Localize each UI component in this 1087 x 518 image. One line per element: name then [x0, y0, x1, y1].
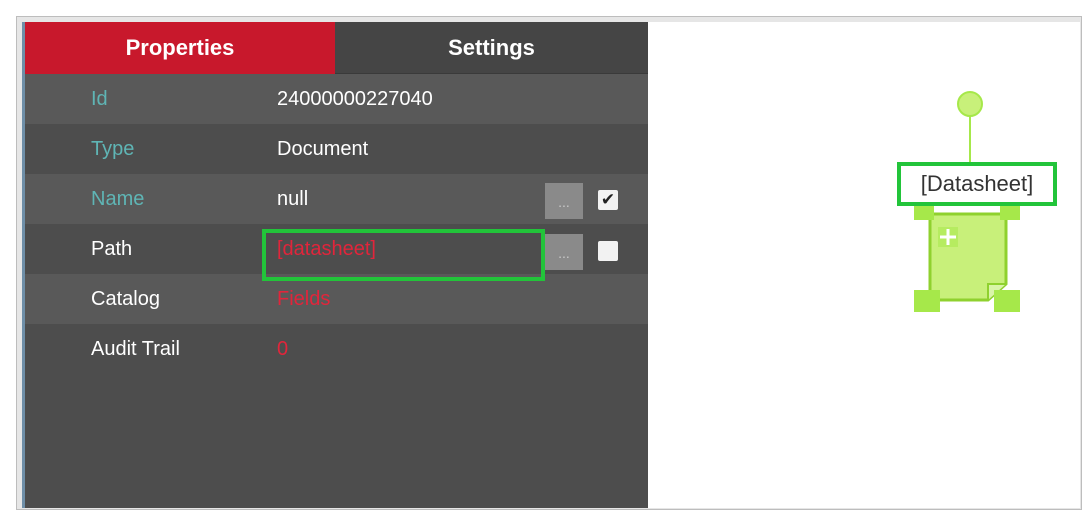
property-value-audit-trail: 0: [277, 338, 289, 360]
property-row-name: Name null ... ✔: [25, 174, 648, 224]
checkmark-icon: ✔: [600, 190, 616, 209]
property-row-catalog: Catalog Fields: [25, 274, 648, 324]
property-label-catalog: Catalog: [91, 288, 160, 310]
tab-bar: Properties Settings: [25, 22, 648, 74]
property-value-catalog: Fields: [277, 288, 331, 310]
path-highlight-box: [262, 229, 545, 281]
tab-settings[interactable]: Settings: [335, 22, 648, 74]
property-value-id: 24000000227040: [277, 88, 433, 110]
datasheet-node-label[interactable]: [Datasheet]: [897, 162, 1057, 206]
path-checkbox[interactable]: [598, 241, 618, 261]
property-value-name[interactable]: null: [277, 174, 308, 224]
properties-panel: Properties Settings Id 24000000227040 Ty…: [22, 22, 648, 508]
property-label-audit-trail: Audit Trail: [91, 338, 180, 360]
property-label-id: Id: [91, 88, 108, 110]
property-label-type: Type: [91, 138, 135, 160]
tab-properties[interactable]: Properties: [25, 22, 335, 74]
property-row-audit-trail: Audit Trail 0: [25, 324, 648, 374]
document-node-icon[interactable]: [648, 22, 1080, 508]
property-row-id: Id 24000000227040: [25, 74, 648, 124]
property-value-type: Document: [277, 138, 369, 160]
name-checkbox[interactable]: ✔: [598, 190, 618, 210]
name-browse-button[interactable]: ...: [545, 183, 583, 219]
diagram-canvas: [Datasheet]: [648, 22, 1080, 508]
property-row-type: Type Document: [25, 124, 648, 174]
property-label-name: Name: [91, 188, 145, 210]
property-label-path: Path: [91, 238, 133, 260]
path-browse-button[interactable]: ...: [545, 234, 583, 270]
